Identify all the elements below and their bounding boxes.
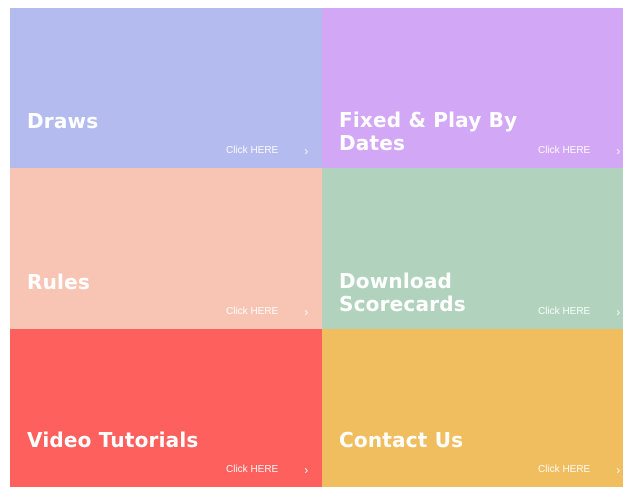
tile-download-scorecards[interactable]: Download Scorecards Click HERE › bbox=[322, 168, 623, 329]
tile-contact-us[interactable]: Contact Us Click HERE › bbox=[322, 329, 623, 487]
chevron-right-icon: › bbox=[616, 144, 621, 158]
click-here-label: Click HERE bbox=[538, 464, 591, 475]
click-here-label: Click HERE bbox=[226, 306, 279, 317]
chevron-right-icon: › bbox=[304, 463, 309, 477]
click-here-label: Click HERE bbox=[538, 306, 591, 317]
tile-fixed-play-by-dates[interactable]: Fixed & Play By Dates Click HERE › bbox=[322, 8, 623, 168]
chevron-right-icon: › bbox=[304, 144, 309, 158]
click-here-label: Click HERE bbox=[226, 145, 279, 156]
click-here-link[interactable]: Click HERE › bbox=[538, 145, 620, 157]
tile-draws[interactable]: Draws Click HERE › bbox=[10, 8, 322, 168]
click-here-link[interactable]: Click HERE › bbox=[226, 464, 308, 476]
chevron-right-icon: › bbox=[616, 305, 621, 319]
tile-title: Download Scorecards bbox=[339, 269, 466, 316]
click-here-label: Click HERE bbox=[226, 464, 279, 475]
tile-title: Fixed & Play By Dates bbox=[339, 108, 518, 155]
tile-title: Contact Us bbox=[339, 428, 464, 452]
click-here-label: Click HERE bbox=[538, 145, 591, 156]
click-here-link[interactable]: Click HERE › bbox=[226, 306, 308, 318]
tile-grid: Draws Click HERE › Fixed & Play By Dates… bbox=[10, 8, 623, 487]
chevron-right-icon: › bbox=[304, 305, 309, 319]
click-here-link[interactable]: Click HERE › bbox=[538, 464, 620, 476]
click-here-link[interactable]: Click HERE › bbox=[538, 306, 620, 318]
tile-rules[interactable]: Rules Click HERE › bbox=[10, 168, 322, 329]
tile-title: Rules bbox=[27, 270, 90, 294]
tile-title: Draws bbox=[27, 109, 99, 133]
tile-video-tutorials[interactable]: Video Tutorials Click HERE › bbox=[10, 329, 322, 487]
chevron-right-icon: › bbox=[616, 463, 621, 477]
click-here-link[interactable]: Click HERE › bbox=[226, 145, 308, 157]
tile-title: Video Tutorials bbox=[27, 428, 199, 452]
